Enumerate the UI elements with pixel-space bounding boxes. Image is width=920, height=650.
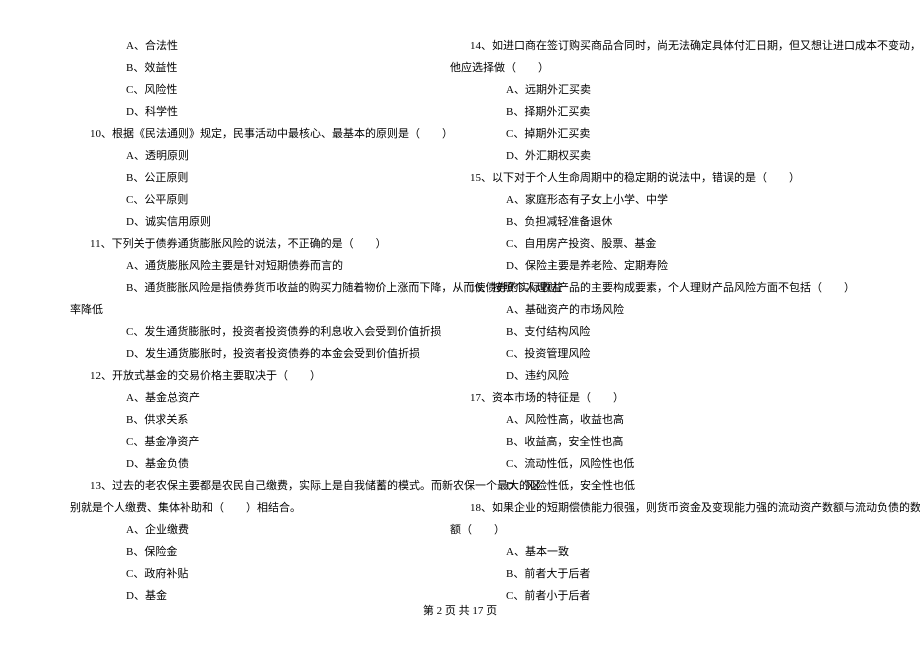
q11-option-b-line2: 率降低	[70, 299, 440, 321]
q14-option-d: D、外汇期权买卖	[470, 145, 860, 167]
q15-option-a: A、家庭形态有子女上小学、中学	[470, 189, 860, 211]
q9-option-a: A、合法性	[90, 35, 440, 57]
q12-stem: 12、开放式基金的交易价格主要取决于（ ）	[90, 365, 440, 387]
q13-stem-line2: 别就是个人缴费、集体补助和（ ）相结合。	[70, 497, 440, 519]
q13-option-b: B、保险金	[90, 541, 440, 563]
q17-option-a: A、风险性高，收益也高	[470, 409, 860, 431]
q12-option-b: B、供求关系	[90, 409, 440, 431]
q18-stem-line1: 18、如果企业的短期偿债能力很强，则货币资金及变现能力强的流动资产数额与流动负债…	[470, 497, 860, 519]
q10-option-a: A、透明原则	[90, 145, 440, 167]
q14-option-a: A、远期外汇买卖	[470, 79, 860, 101]
q9-option-b: B、效益性	[90, 57, 440, 79]
q11-option-a: A、通货膨胀风险主要是针对短期债券而言的	[90, 255, 440, 277]
q10-option-c: C、公平原则	[90, 189, 440, 211]
q17-option-b: B、收益高，安全性也高	[470, 431, 860, 453]
q12-option-a: A、基金总资产	[90, 387, 440, 409]
q13-stem-line1: 13、过去的老农保主要都是农民自己缴费，实际上是自我储蓄的模式。而新农保一个最大…	[90, 475, 440, 497]
q11-option-b-line1: B、通货膨胀风险是指债券货币收益的购买力随着物价上涨而下降，从而使债券的实际收益	[90, 277, 440, 299]
q12-option-c: C、基金净资产	[90, 431, 440, 453]
q14-option-b: B、择期外汇买卖	[470, 101, 860, 123]
q12-option-d: D、基金负债	[90, 453, 440, 475]
page-container: A、合法性 B、效益性 C、风险性 D、科学性 10、根据《民法通则》规定，民事…	[0, 0, 920, 600]
q11-stem: 11、下列关于债券通货膨胀风险的说法，不正确的是（ ）	[90, 233, 440, 255]
q17-stem: 17、资本市场的特征是（ ）	[470, 387, 860, 409]
q16-option-c: C、投资管理风险	[470, 343, 860, 365]
q10-option-d: D、诚实信用原则	[90, 211, 440, 233]
q15-option-b: B、负担减轻准备退休	[470, 211, 860, 233]
q11-option-d: D、发生通货膨胀时，投资者投资债券的本金会受到价值折损	[90, 343, 440, 365]
q16-option-a: A、基础资产的市场风险	[470, 299, 860, 321]
q14-option-c: C、掉期外汇买卖	[470, 123, 860, 145]
q15-option-c: C、自用房产投资、股票、基金	[470, 233, 860, 255]
right-column: 14、如进口商在签订购买商品合同时，尚无法确定具体付汇日期，但又想让进口成本不变…	[460, 35, 920, 600]
q9-option-d: D、科学性	[90, 101, 440, 123]
q10-option-b: B、公正原则	[90, 167, 440, 189]
q18-stem-line2: 额（ ）	[450, 519, 860, 541]
q15-option-d: D、保险主要是养老险、定期寿险	[470, 255, 860, 277]
q13-option-a: A、企业缴费	[90, 519, 440, 541]
q10-stem: 10、根据《民法通则》规定，民事活动中最核心、最基本的原则是（ ）	[90, 123, 440, 145]
q17-option-d: D、风险性低，安全性也低	[470, 475, 860, 497]
q16-option-b: B、支付结构风险	[470, 321, 860, 343]
q15-stem: 15、以下对于个人生命周期中的稳定期的说法中，错误的是（ ）	[470, 167, 860, 189]
q18-option-c: C、前者小于后者	[470, 585, 860, 607]
q17-option-c: C、流动性低，风险性也低	[470, 453, 860, 475]
q16-stem: 16、按照个人理财产品的主要构成要素，个人理财产品风险方面不包括（ ）	[470, 277, 860, 299]
q11-option-c: C、发生通货膨胀时，投资者投资债券的利息收入会受到价值折损	[90, 321, 440, 343]
q16-option-d: D、违约风险	[470, 365, 860, 387]
q14-stem-line1: 14、如进口商在签订购买商品合同时，尚无法确定具体付汇日期，但又想让进口成本不变…	[470, 35, 860, 57]
q18-option-a: A、基本一致	[470, 541, 860, 563]
q13-option-c: C、政府补贴	[90, 563, 440, 585]
q13-option-d: D、基金	[90, 585, 440, 607]
q18-option-b: B、前者大于后者	[470, 563, 860, 585]
left-column: A、合法性 B、效益性 C、风险性 D、科学性 10、根据《民法通则》规定，民事…	[0, 35, 460, 600]
q14-stem-line2: 他应选择做（ ）	[450, 57, 860, 79]
q9-option-c: C、风险性	[90, 79, 440, 101]
